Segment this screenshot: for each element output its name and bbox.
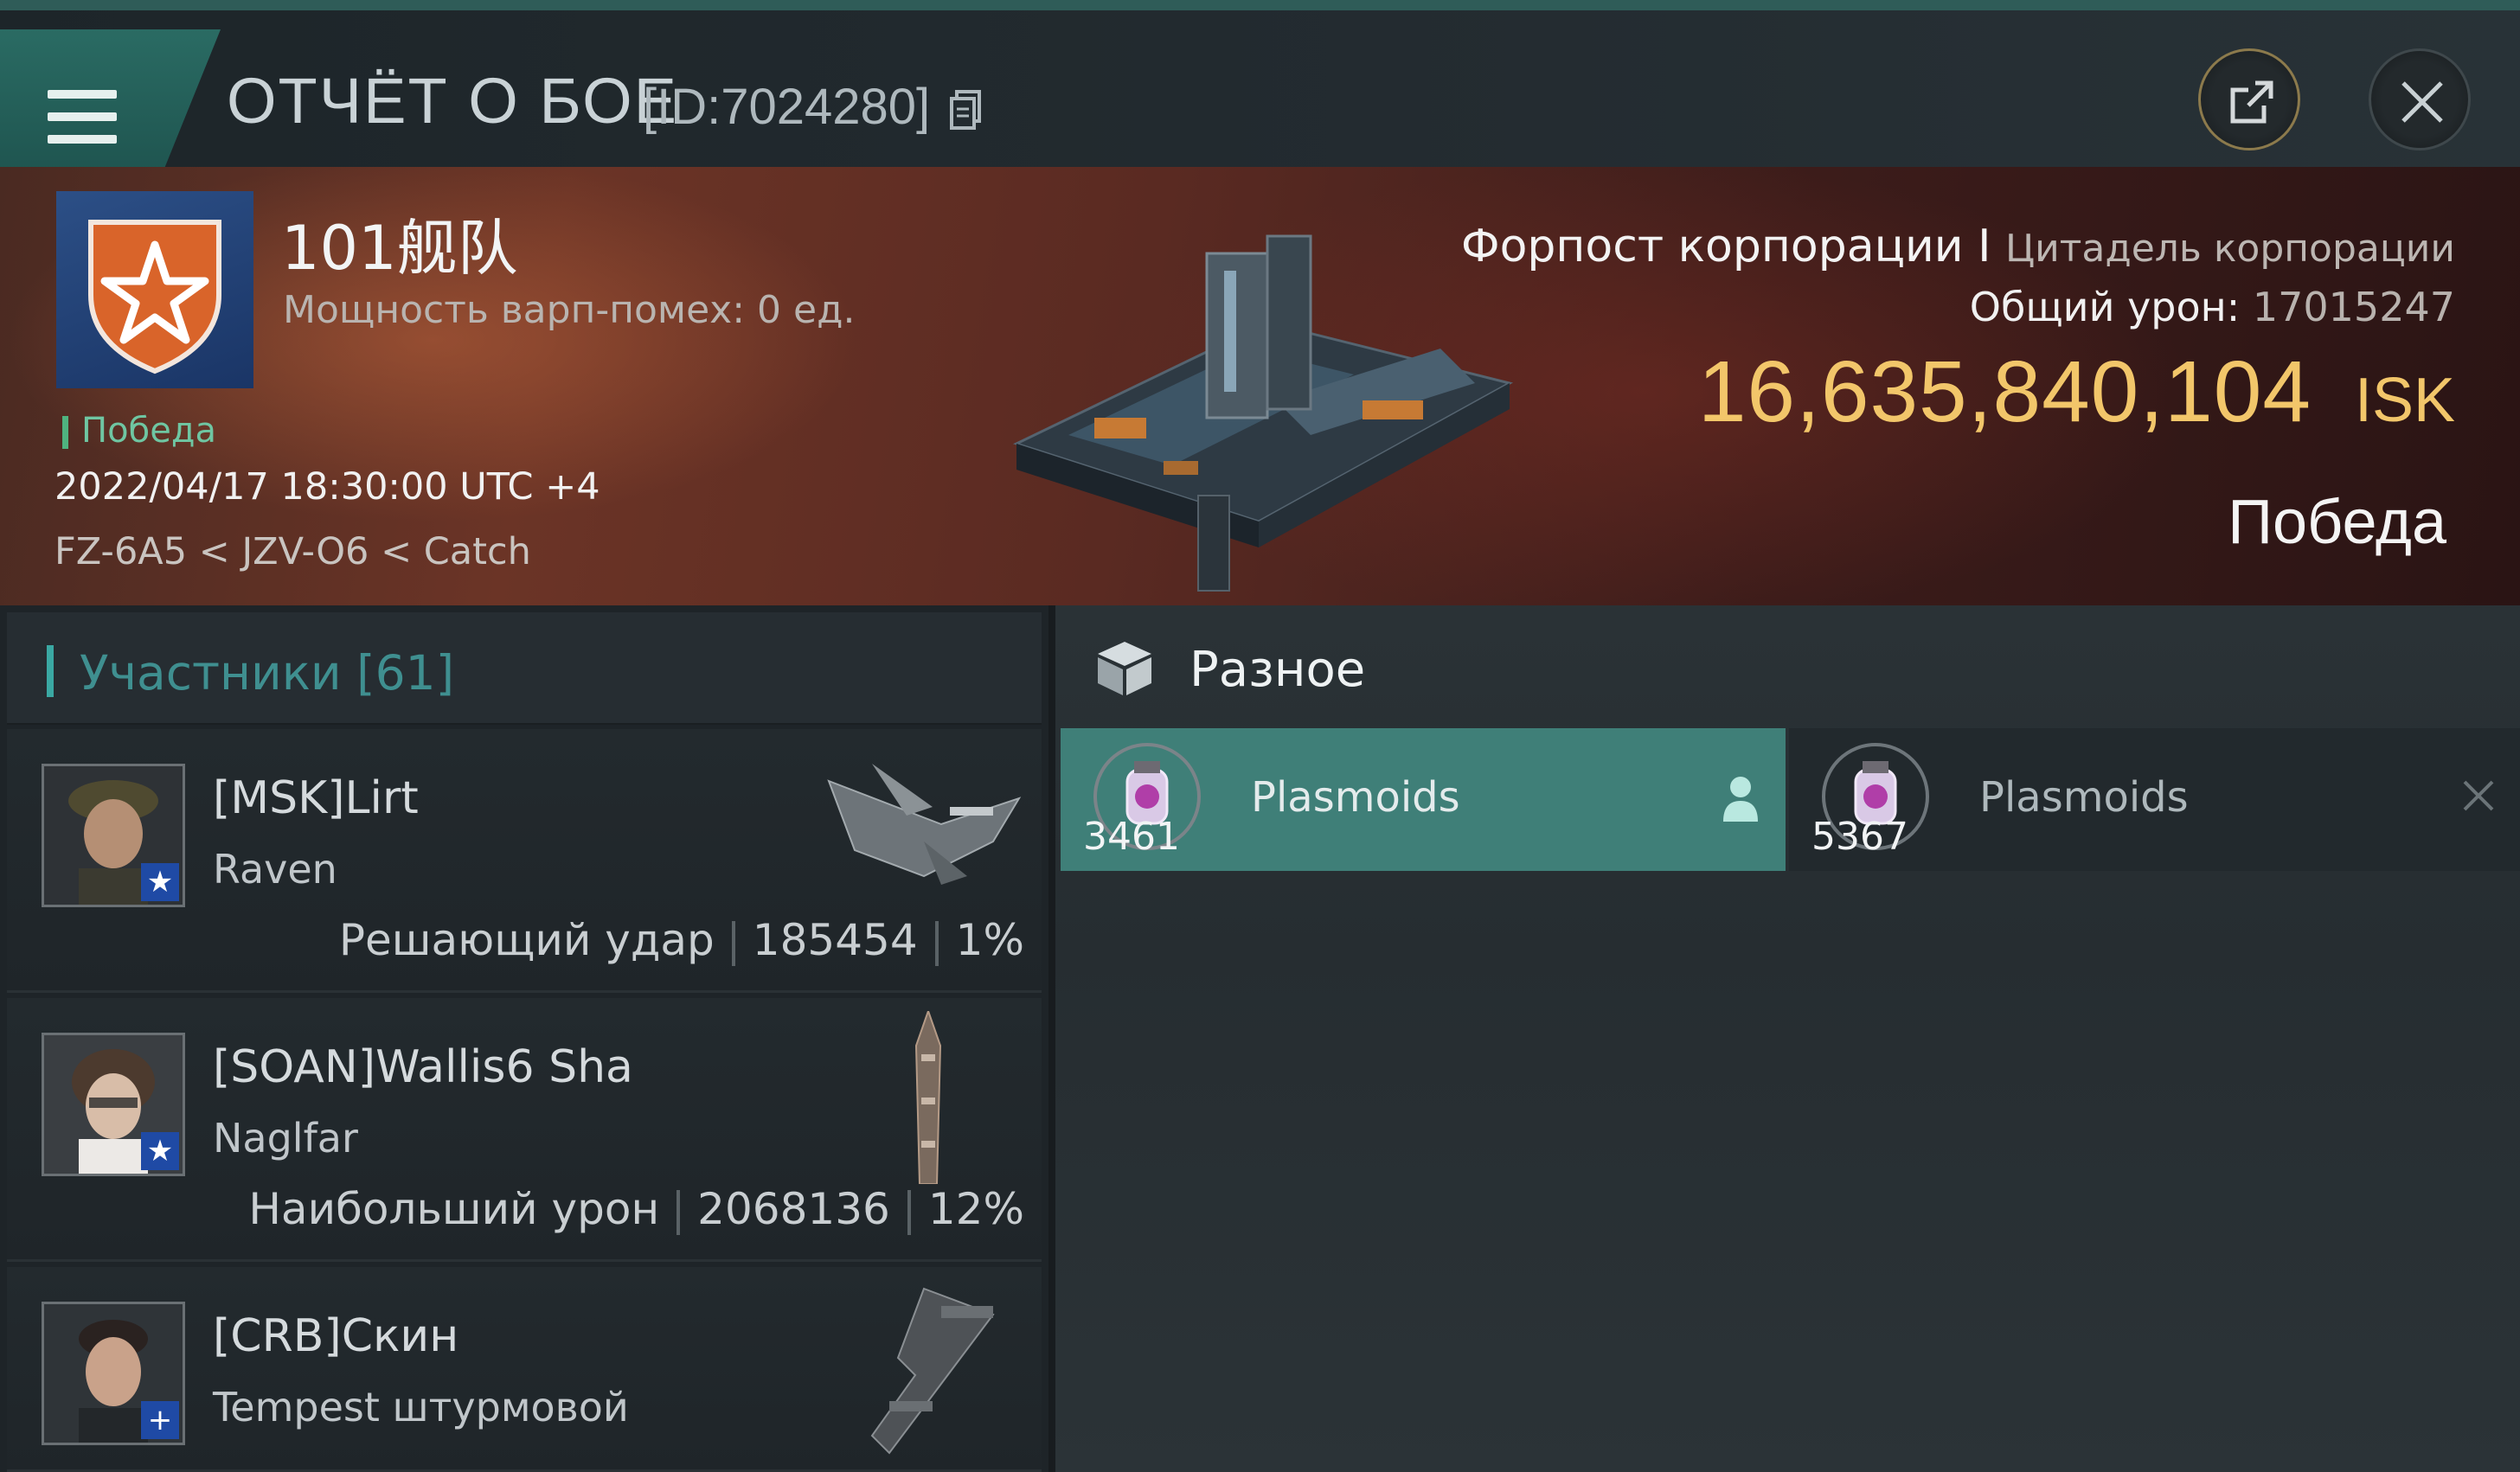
page-title: ОТЧЁТ О БОЕ: [227, 65, 679, 137]
avatar[interactable]: +: [42, 1302, 185, 1445]
pilot-name[interactable]: [SOAN]Wallis6 Sha: [213, 1041, 633, 1093]
ship-name: Raven: [213, 846, 337, 893]
item-quantity: 5367: [1811, 815, 1908, 859]
participant-row[interactable]: + [CRB]Скин Tempest штурмовой: [7, 1267, 1042, 1472]
header-accent-bar: [47, 645, 54, 697]
divider: [731, 920, 735, 966]
item-name: Plasmoids: [1979, 773, 2189, 822]
battle-datetime: 2022/04/17 18:30:00 UTC +4: [55, 465, 600, 509]
participant-row[interactable]: ★ [SOAN]Wallis6 Sha Naglfar Наибольший у…: [7, 998, 1042, 1262]
battle-location[interactable]: FZ-6A5 < JZV-O6 < Catch: [55, 530, 531, 573]
participants-panel: Участники [61] ★ [MSK]Lirt Raven Решающи…: [0, 605, 1048, 1472]
divider: [676, 1189, 681, 1235]
battle-banner: 101舰队 Мощность варп-помех: 0 ед. Победа …: [0, 167, 2520, 605]
isk-value-line: 16,635,840,104 ISK: [1698, 342, 2455, 442]
raven-ship-image: [827, 764, 1022, 885]
total-damage: Общий урон: 17015247: [1970, 284, 2455, 330]
target-line: Форпост корпорации I Цитадель корпорации: [1461, 221, 2455, 272]
corp-name[interactable]: 101舰队: [281, 200, 518, 287]
item-name: Plasmoids: [1251, 773, 1460, 822]
items-header: Разное: [1055, 605, 2520, 726]
close-icon: [2401, 81, 2443, 123]
menu-tab[interactable]: [0, 29, 221, 171]
citadel-structure-image: [1012, 234, 1514, 592]
total-damage-value: 17015247: [2252, 284, 2455, 330]
destroyed-x-icon: [2463, 780, 2494, 811]
warp-strength: Мощность варп-помех: 0 ед.: [283, 288, 856, 332]
result-tag: Победа: [62, 411, 216, 451]
ship-name: Naglfar: [213, 1115, 358, 1162]
shield-star-icon: [88, 220, 221, 374]
items-panel: Разное 3461 Plasmoids 5367 Plasmoids: [1048, 605, 2520, 1472]
item-card[interactable]: 5367 Plasmoids: [1789, 728, 2520, 871]
copy-icon[interactable]: [950, 90, 981, 130]
report-id: [ID:7024280]: [643, 79, 931, 135]
hamburger-menu-icon[interactable]: [48, 90, 117, 144]
person-icon: [1723, 777, 1758, 822]
pilot-name[interactable]: [CRB]Скин: [213, 1310, 458, 1362]
naglfar-ship-image: [914, 1011, 942, 1184]
avatar[interactable]: ★: [42, 1033, 185, 1176]
item-card[interactable]: 3461 Plasmoids: [1061, 728, 1786, 871]
participant-percent: 1%: [955, 915, 1024, 965]
participants-header[interactable]: Участники [61]: [7, 612, 1042, 725]
target-subtype: Цитадель корпорации: [2004, 227, 2455, 271]
plus-badge-icon: +: [141, 1401, 179, 1439]
item-quantity: 3461: [1083, 815, 1180, 859]
share-button[interactable]: [2198, 48, 2300, 150]
isk-value: 16,635,840,104: [1697, 343, 2312, 440]
participant-row[interactable]: ★ [MSK]Lirt Raven Решающий удар 185454 1%: [7, 729, 1042, 993]
isk-unit: ISK: [2354, 366, 2455, 435]
share-external-icon: [2230, 80, 2273, 124]
participant-role: Решающий удар: [338, 915, 715, 965]
participant-damage: 2068136: [697, 1184, 890, 1234]
cube-icon: [1098, 642, 1151, 695]
divider: [934, 920, 939, 966]
avatar[interactable]: ★: [42, 764, 185, 907]
pilot-name[interactable]: [MSK]Lirt: [213, 772, 419, 824]
star-badge-icon: ★: [141, 863, 179, 901]
participant-percent: 12%: [927, 1184, 1024, 1234]
participant-stats: Наибольший урон 2068136 12%: [248, 1184, 1024, 1235]
participant-role: Наибольший урон: [248, 1184, 660, 1234]
close-button[interactable]: [2369, 48, 2471, 150]
items-title: Разное: [1189, 642, 1366, 698]
battle-outcome: Победа: [2228, 488, 2446, 557]
top-bar: ОТЧЁТ О БОЕ [ID:7024280]: [0, 0, 2520, 171]
tempest-ship-image: [870, 1287, 995, 1455]
participant-damage: 185454: [752, 915, 918, 965]
corp-logo[interactable]: [56, 191, 253, 388]
participants-title: Участники [61]: [80, 645, 455, 701]
target-separator: I: [1978, 221, 1991, 272]
ship-name: Tempest штурмовой: [213, 1384, 629, 1430]
star-badge-icon: ★: [141, 1132, 179, 1170]
participant-stats: Решающий удар 185454 1%: [339, 915, 1024, 966]
total-damage-label: Общий урон:: [1969, 284, 2241, 330]
divider: [907, 1189, 911, 1235]
target-type: Форпост корпорации: [1460, 221, 1964, 272]
